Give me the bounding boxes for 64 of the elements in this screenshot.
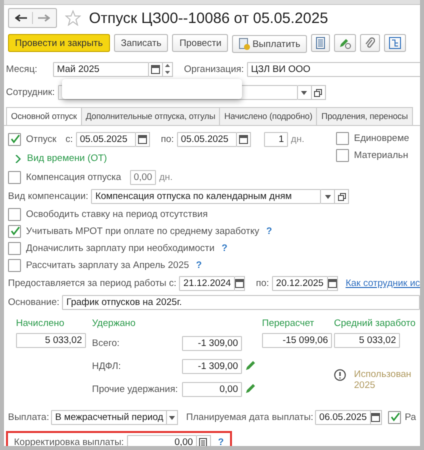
- option-label: Рассчитать зарплату за Апрель 2025: [26, 260, 190, 271]
- accrued-heading: Начислено: [16, 318, 66, 330]
- vacation-label: Отпуск: [26, 134, 56, 145]
- withheld-label: НДФЛ:: [92, 360, 122, 372]
- average-earnings-heading: Средний заработо: [334, 318, 417, 330]
- amount-field[interactable]: 0,00: [182, 382, 242, 396]
- correction-field[interactable]: 0,00: [126, 434, 197, 446]
- option-label: Учитывать МРОТ при оплате по среднему заработку: [26, 226, 260, 237]
- days-unit: дн.: [290, 134, 304, 145]
- month-label: Месяц:: [6, 64, 38, 75]
- help-link[interactable]: ?: [218, 436, 224, 446]
- compensation-days-field[interactable]: 0,00: [130, 170, 156, 185]
- compensation-label: Компенсация отпуска: [26, 172, 122, 183]
- tab[interactable]: Продления, переносы: [316, 107, 413, 125]
- date-field[interactable]: 06.05.2025: [315, 410, 371, 425]
- window-title: Отпуск ЦЗ00--10086 от 05.05.2025: [89, 10, 328, 26]
- compensation-kind-label: Вид компенсации:: [8, 191, 88, 202]
- days-field[interactable]: 1: [264, 132, 288, 147]
- checkbox-label: Ра: [404, 412, 416, 423]
- toolbar-button[interactable]: Записать: [114, 34, 168, 52]
- tab[interactable]: Основной отпуск: [6, 107, 82, 125]
- basis-field[interactable]: График отпусков на 2025г.: [62, 295, 420, 310]
- time-kind-link[interactable]: Вид времени (ОТ): [27, 153, 107, 164]
- basis-label: Основание:: [8, 297, 60, 308]
- to-label: по:: [160, 134, 174, 145]
- usage-link[interactable]: Как сотрудник ис: [346, 278, 420, 289]
- withheld-heading: Удержано: [92, 318, 137, 330]
- withheld-label: Всего:: [92, 338, 121, 348]
- recalculation-heading: Перерасчет: [262, 318, 316, 330]
- option-label: Освободить ставку на период отсутствия: [26, 209, 208, 220]
- amount-field[interactable]: -1 309,00: [182, 336, 242, 350]
- average-earnings-field[interactable]: 5 033,02: [334, 333, 400, 348]
- organization-field[interactable]: ЦЗЛ ВИ ООО: [246, 62, 420, 77]
- recalculation-field[interactable]: -15 099,06: [262, 333, 332, 348]
- employee-label: Сотрудник:: [6, 87, 55, 98]
- withheld-label: Прочие удержания:: [92, 384, 179, 394]
- payment-field[interactable]: В межрасчетный период: [51, 410, 168, 425]
- amount-field[interactable]: -1 309,00: [182, 358, 242, 374]
- info-note: Использован 2025: [354, 369, 412, 391]
- tab[interactable]: Начислено (подробно): [219, 107, 318, 125]
- tab[interactable]: Дополнительные отпуска, отгулы: [80, 107, 220, 125]
- compensation-kind-field[interactable]: Компенсация отпуска по календарным дням: [91, 189, 322, 204]
- pay-button[interactable]: Выплатить: [232, 35, 308, 53]
- work-period-label: Предоставляется за период работы с:: [8, 278, 176, 289]
- date-field[interactable]: 21.12.2024: [179, 276, 235, 291]
- checkbox-label: Единовреме: [354, 133, 410, 144]
- post-and-close-button[interactable]: Провести и закрыть: [8, 34, 110, 52]
- date-field[interactable]: 20.12.2025: [272, 276, 328, 291]
- help-link[interactable]: ?: [266, 226, 272, 237]
- from-label: с:: [65, 134, 73, 145]
- option-label: Доначислить зарплату при необходимости: [26, 243, 215, 254]
- month-field[interactable]: Май 2025: [53, 62, 149, 77]
- help-link[interactable]: ?: [222, 243, 228, 254]
- toolbar-button[interactable]: Провести: [172, 34, 228, 52]
- payment-label: Выплата:: [8, 412, 50, 423]
- help-link[interactable]: ?: [196, 260, 202, 271]
- planned-date-label: Планируемая дата выплаты:: [186, 412, 314, 423]
- accrued-field[interactable]: 5 033,02: [16, 333, 86, 348]
- to-label: по:: [256, 278, 270, 289]
- days-unit: дн.: [159, 172, 173, 183]
- checkbox-label: Материальн: [354, 150, 408, 161]
- date-field[interactable]: 05.05.2025: [176, 132, 237, 147]
- date-field[interactable]: 05.05.2025: [76, 132, 136, 147]
- organization-label: Организация:: [184, 64, 244, 75]
